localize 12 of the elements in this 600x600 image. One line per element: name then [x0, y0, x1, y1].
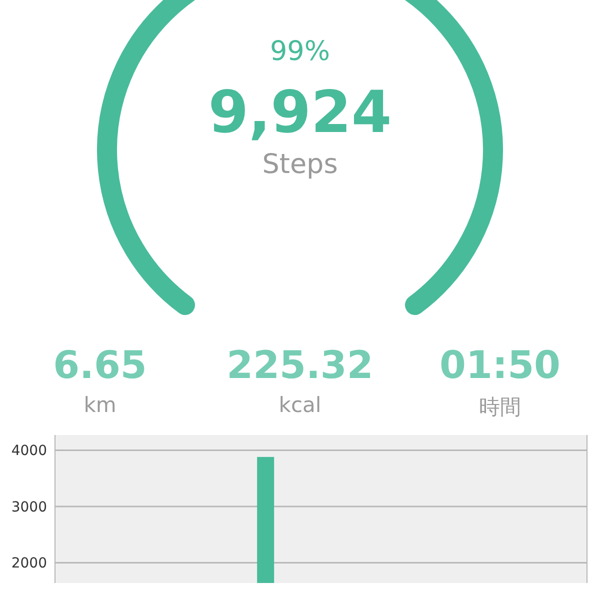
y-axis-label: 4000 [11, 442, 47, 459]
step-count: 9,924 [208, 81, 392, 145]
y-axis-label: 2000 [11, 555, 47, 572]
stat-value: 6.65 [53, 343, 147, 389]
steps-label: Steps [262, 148, 338, 180]
stat-unit: km [84, 392, 116, 417]
y-axis-label: 3000 [11, 499, 47, 516]
goal-percent: 99% [270, 36, 330, 67]
stat-unit: 時間 [479, 394, 521, 421]
stat-value: 225.32 [226, 343, 374, 389]
stat-unit: kcal [278, 392, 322, 417]
stat-value: 01:50 [440, 343, 560, 389]
